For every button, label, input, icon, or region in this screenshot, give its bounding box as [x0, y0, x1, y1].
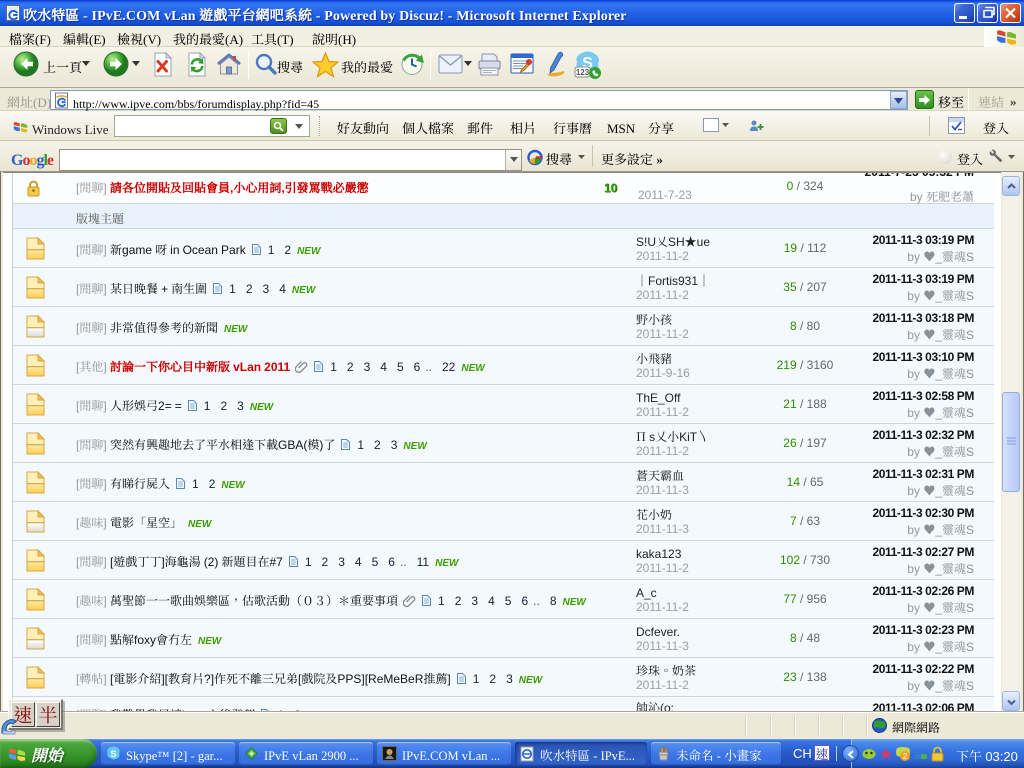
- svg-text:123: 123: [576, 68, 590, 77]
- svg-text:2: 2: [903, 752, 908, 761]
- svg-text:S: S: [110, 749, 116, 760]
